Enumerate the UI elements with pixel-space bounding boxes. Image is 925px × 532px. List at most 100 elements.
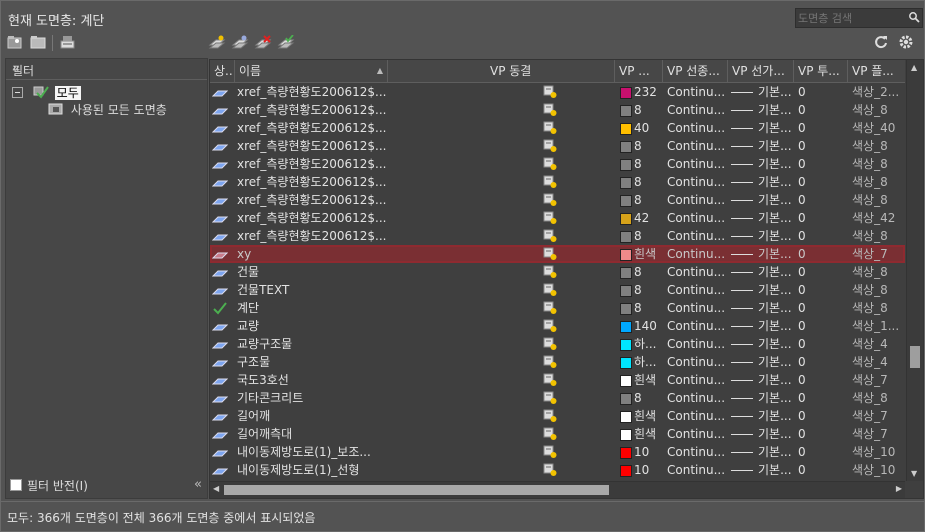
vp-color-cell[interactable]: 8 <box>618 227 663 245</box>
layer-icon[interactable] <box>212 317 232 335</box>
vp-color-cell[interactable]: 8 <box>618 299 663 317</box>
table-row[interactable]: xref_측량현황도200612$... 8 Continu... 기본... … <box>210 173 905 191</box>
vp-transparency-value[interactable]: 0 <box>798 443 846 461</box>
vp-lineweight-cell[interactable]: 기본... <box>731 83 793 101</box>
layer-icon[interactable] <box>212 119 232 137</box>
vp-lineweight-cell[interactable]: 기본... <box>731 263 793 281</box>
vp-freeze-icon[interactable] <box>543 245 563 263</box>
layer-icon[interactable] <box>212 407 232 425</box>
vp-linetype-value[interactable]: Continu... <box>667 119 727 137</box>
vp-transparency-value[interactable]: 0 <box>798 83 846 101</box>
vp-lineweight-cell[interactable]: 기본... <box>731 137 793 155</box>
vp-freeze-icon[interactable] <box>543 425 563 443</box>
vp-plot-style-value[interactable]: 색상_7 <box>852 245 904 263</box>
table-row[interactable]: xref_측량현황도200612$... 8 Continu... 기본... … <box>210 191 905 209</box>
vp-freeze-icon[interactable] <box>543 371 563 389</box>
vp-freeze-icon[interactable] <box>543 407 563 425</box>
vp-freeze-icon[interactable] <box>543 443 563 461</box>
vp-transparency-value[interactable]: 0 <box>798 425 846 443</box>
vp-transparency-value[interactable]: 0 <box>798 335 846 353</box>
vp-transparency-value[interactable]: 0 <box>798 227 846 245</box>
layer-icon[interactable] <box>212 263 232 281</box>
layer-icon[interactable] <box>212 173 232 191</box>
vp-color-cell[interactable]: 흰색 <box>618 371 663 389</box>
vp-plot-style-value[interactable]: 색상_7 <box>852 371 904 389</box>
column-header-vp-lineweight[interactable]: VP 선가... <box>728 60 794 82</box>
vp-color-cell[interactable]: 8 <box>618 389 663 407</box>
scroll-left-arrow-icon[interactable]: ◀ <box>213 484 219 493</box>
vertical-scrollbar[interactable]: ▲ ▼ <box>906 60 923 481</box>
horizontal-scrollbar[interactable]: ◀ ▶ <box>210 481 905 498</box>
table-row[interactable]: 내이동제방도로(1)_선형 10 Continu... 기본... 0 색상_1… <box>210 461 905 479</box>
vp-plot-style-value[interactable]: 색상_4 <box>852 353 904 371</box>
vp-linetype-value[interactable]: Continu... <box>667 425 727 443</box>
vp-linetype-value[interactable]: Continu... <box>667 371 727 389</box>
layer-icon[interactable] <box>212 425 232 443</box>
current-layer-check-icon[interactable] <box>212 299 232 317</box>
vp-color-cell[interactable]: 8 <box>618 173 663 191</box>
vp-linetype-value[interactable]: Continu... <box>667 407 727 425</box>
vp-linetype-value[interactable]: Continu... <box>667 227 727 245</box>
vp-transparency-value[interactable]: 0 <box>798 209 846 227</box>
vp-color-cell[interactable]: 흰색 <box>618 425 663 443</box>
vp-transparency-value[interactable]: 0 <box>798 461 846 479</box>
vp-color-cell[interactable]: 140 <box>618 317 663 335</box>
vp-freeze-icon[interactable] <box>543 227 563 245</box>
vp-plot-style-value[interactable]: 색상_7 <box>852 407 904 425</box>
vp-plot-style-value[interactable]: 색상_8 <box>852 389 904 407</box>
column-header-vp-linetype[interactable]: VP 선종... <box>663 60 728 82</box>
vp-freeze-icon[interactable] <box>543 101 563 119</box>
vp-freeze-icon[interactable] <box>543 299 563 317</box>
vp-plot-style-value[interactable]: 색상_8 <box>852 155 904 173</box>
vp-color-cell[interactable]: 하... <box>618 335 663 353</box>
vp-linetype-value[interactable]: Continu... <box>667 83 727 101</box>
vp-color-cell[interactable]: 하... <box>618 353 663 371</box>
table-row[interactable]: 구조물 하... Continu... 기본... 0 색상_4 <box>210 353 905 371</box>
vp-linetype-value[interactable]: Continu... <box>667 155 727 173</box>
new-group-filter-icon[interactable] <box>30 35 48 51</box>
layer-icon[interactable] <box>212 137 232 155</box>
vp-color-cell[interactable]: 8 <box>618 155 663 173</box>
vp-lineweight-cell[interactable]: 기본... <box>731 173 793 191</box>
layer-icon[interactable] <box>212 245 232 263</box>
vp-linetype-value[interactable]: Continu... <box>667 263 727 281</box>
vp-lineweight-cell[interactable]: 기본... <box>731 335 793 353</box>
vp-freeze-icon[interactable] <box>543 335 563 353</box>
vp-freeze-icon[interactable] <box>543 209 563 227</box>
vertical-scroll-thumb[interactable] <box>910 346 920 368</box>
delete-layer-icon[interactable] <box>254 35 272 51</box>
vp-lineweight-cell[interactable]: 기본... <box>731 407 793 425</box>
vp-transparency-value[interactable]: 0 <box>798 173 846 191</box>
column-header-status[interactable]: 상.. <box>210 60 235 82</box>
vp-lineweight-cell[interactable]: 기본... <box>731 245 793 263</box>
vp-linetype-value[interactable]: Continu... <box>667 209 727 227</box>
column-header-vp-transparency[interactable]: VP 투... <box>794 60 848 82</box>
vp-transparency-value[interactable]: 0 <box>798 353 846 371</box>
table-row[interactable]: xref_측량현황도200612$... 8 Continu... 기본... … <box>210 227 905 245</box>
vp-transparency-value[interactable]: 0 <box>798 119 846 137</box>
scroll-up-arrow-icon[interactable]: ▲ <box>911 63 917 72</box>
column-header-vp-plot-style[interactable]: VP 플... <box>848 60 905 82</box>
vp-plot-style-value[interactable]: 색상_8 <box>852 299 904 317</box>
settings-gear-icon[interactable] <box>898 34 916 50</box>
new-property-filter-icon[interactable] <box>7 35 25 51</box>
vp-lineweight-cell[interactable]: 기본... <box>731 155 793 173</box>
vp-plot-style-value[interactable]: 색상_8 <box>852 191 904 209</box>
vp-plot-style-value[interactable]: 색상_8 <box>852 173 904 191</box>
vp-linetype-value[interactable]: Continu... <box>667 335 727 353</box>
vp-linetype-value[interactable]: Continu... <box>667 299 727 317</box>
vp-color-cell[interactable]: 40 <box>618 119 663 137</box>
vp-linetype-value[interactable]: Continu... <box>667 191 727 209</box>
collapse-filter-pane-icon[interactable]: « <box>12 62 202 77</box>
vp-linetype-value[interactable]: Continu... <box>667 443 727 461</box>
layer-icon[interactable] <box>212 209 232 227</box>
tree-collapse-toggle-icon[interactable] <box>12 87 23 98</box>
table-row[interactable]: 건물 8 Continu... 기본... 0 색상_8 <box>210 263 905 281</box>
vp-transparency-value[interactable]: 0 <box>798 299 846 317</box>
vp-transparency-value[interactable]: 0 <box>798 245 846 263</box>
vp-plot-style-value[interactable]: 색상_8 <box>852 263 904 281</box>
table-row[interactable]: 계단 8 Continu... 기본... 0 색상_8 <box>210 299 905 317</box>
vp-freeze-icon[interactable] <box>543 389 563 407</box>
vp-color-cell[interactable]: 42 <box>618 209 663 227</box>
vp-color-cell[interactable]: 232 <box>618 83 663 101</box>
